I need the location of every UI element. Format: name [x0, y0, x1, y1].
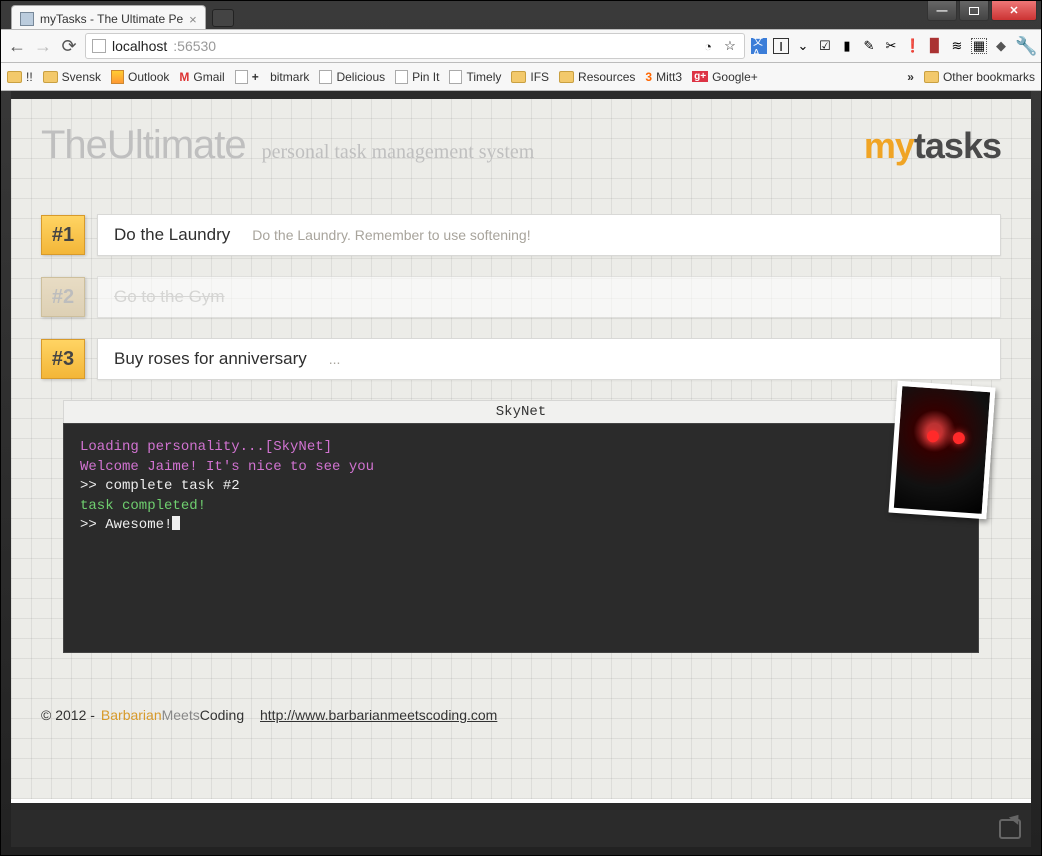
window-close-button[interactable]: ✕ — [991, 1, 1037, 21]
ext-readability-icon[interactable]: I — [773, 38, 789, 54]
tab-favicon-icon — [20, 12, 34, 26]
bookmark-item[interactable]: Delicious — [319, 70, 385, 84]
bookmark-item[interactable]: + bitmark — [235, 70, 310, 84]
bookmark-item[interactable]: IFS — [511, 70, 549, 84]
ext-wand-icon[interactable]: ✎ — [861, 38, 877, 54]
page-viewport: TheUltimate personal task management sys… — [11, 91, 1031, 847]
terminal-line: Loading personality...[SkyNet] — [80, 438, 962, 458]
ext-pocket-icon[interactable]: ⌄ — [795, 38, 811, 54]
task-title: Go to the Gym — [114, 287, 225, 307]
copyright-text: © 2012 - — [41, 707, 95, 723]
browser-tab-bar: myTasks - The Ultimate Pe × — [1, 1, 1041, 29]
bookmark-item[interactable]: !! — [7, 70, 33, 84]
url-host: localhost — [112, 38, 167, 54]
ext-flag-icon[interactable]: ▮ — [839, 38, 855, 54]
terminal-panel: SkyNet Loading personality...[SkyNet] We… — [63, 400, 979, 653]
ext-book-icon[interactable]: ▉ — [927, 38, 943, 54]
ext-grid-icon[interactable]: ▦ — [971, 38, 987, 54]
task-number-badge: #1 — [41, 215, 85, 255]
bookmark-item[interactable]: Svensk — [43, 70, 101, 84]
task-description: Do the Laundry. Remember to use softenin… — [252, 227, 530, 243]
bookmark-item[interactable]: MGmail — [179, 70, 224, 84]
page-footer: © 2012 - BarbarianMeetsCoding http://www… — [41, 699, 1001, 723]
bookmark-item[interactable]: g+Google+ — [692, 70, 758, 84]
nav-reload-button[interactable]: ⟳ — [59, 36, 79, 57]
task-title: Do the Laundry — [114, 225, 230, 245]
task-row[interactable]: #1 Do the Laundry Do the Laundry. Rememb… — [41, 214, 1001, 256]
site-url-link[interactable]: http://www.barbarianmeetscoding.com — [260, 707, 497, 723]
gplus-icon: g+ — [692, 71, 708, 82]
bookmarks-bar: !! Svensk Outlook MGmail + bitmark Delic… — [1, 63, 1041, 91]
ext-evernote-icon[interactable]: ◆ — [993, 38, 1009, 54]
compat-icon[interactable]: ◔ — [700, 38, 716, 54]
ext-buffer-icon[interactable]: ≋ — [949, 38, 965, 54]
cursor-icon — [172, 516, 180, 530]
other-bookmarks-button[interactable]: Other bookmarks — [924, 70, 1035, 84]
bookmark-item[interactable]: 3Mitt3 — [645, 70, 682, 84]
browser-menu-button[interactable]: 🔧 — [1015, 36, 1035, 57]
address-bar[interactable]: localhost :56530 ◔ ☆ — [85, 33, 745, 59]
bookmark-item[interactable]: Timely — [449, 70, 501, 84]
browser-tab[interactable]: myTasks - The Ultimate Pe × — [11, 5, 206, 29]
task-row[interactable]: #2 Go to the Gym — [41, 276, 1001, 318]
header-subtitle: personal task management system — [262, 141, 535, 164]
terminal-line: task completed! — [80, 497, 962, 517]
mitt3-icon: 3 — [645, 70, 652, 84]
terminal-title: SkyNet — [63, 400, 979, 423]
window-maximize-button[interactable] — [959, 1, 989, 21]
ext-pin-icon[interactable]: ❗ — [905, 38, 921, 54]
logo: mytasks — [864, 125, 1001, 167]
tab-title: myTasks - The Ultimate Pe — [40, 12, 183, 26]
ext-translate-icon[interactable]: 文A — [751, 38, 767, 54]
bookmark-item[interactable]: Pin It — [395, 70, 439, 84]
new-tab-button[interactable] — [212, 9, 234, 27]
page-top-stripe — [11, 91, 1031, 99]
terminal-body[interactable]: Loading personality...[SkyNet] Welcome J… — [63, 423, 979, 653]
url-port: :56530 — [173, 38, 216, 54]
browser-toolbar: ← → ⟳ localhost :56530 ◔ ☆ 文A I ⌄ ☑ ▮ ✎ ✂… — [1, 29, 1041, 63]
task-description: ... — [329, 351, 341, 367]
window-minimize-button[interactable]: — — [927, 1, 957, 21]
page-bottom-stripe — [11, 803, 1031, 847]
terminal-line: Welcome Jaime! It's nice to see you — [80, 458, 962, 478]
header-title: TheUltimate — [41, 123, 246, 168]
task-title: Buy roses for anniversary — [114, 349, 307, 369]
task-number-badge: #3 — [41, 339, 85, 379]
terminal-line: >> Awesome! — [80, 516, 962, 536]
task-row[interactable]: #3 Buy roses for anniversary ... — [41, 338, 1001, 380]
gmail-icon: M — [179, 70, 189, 84]
nav-back-button[interactable]: ← — [7, 36, 27, 57]
skynet-avatar-image — [889, 381, 996, 520]
task-number-badge: #2 — [41, 277, 85, 317]
page-icon — [92, 39, 106, 53]
nav-forward-button[interactable]: → — [33, 36, 53, 57]
brand-link[interactable]: BarbarianMeetsCoding — [101, 707, 244, 723]
bookmark-item[interactable]: Resources — [559, 70, 635, 84]
bookmarks-overflow-button[interactable]: » — [907, 70, 914, 84]
bookmark-star-icon[interactable]: ☆ — [722, 38, 738, 54]
ext-scissors-icon[interactable]: ✂ — [883, 38, 899, 54]
task-list: #1 Do the Laundry Do the Laundry. Rememb… — [41, 214, 1001, 380]
bookmark-item[interactable]: Outlook — [111, 70, 169, 84]
share-icon[interactable] — [999, 819, 1021, 839]
terminal-line: >> complete task #2 — [80, 477, 962, 497]
tab-close-icon[interactable]: × — [189, 12, 197, 27]
page-header: TheUltimate personal task management sys… — [41, 123, 1001, 168]
ext-checkbox-icon[interactable]: ☑ — [817, 38, 833, 54]
